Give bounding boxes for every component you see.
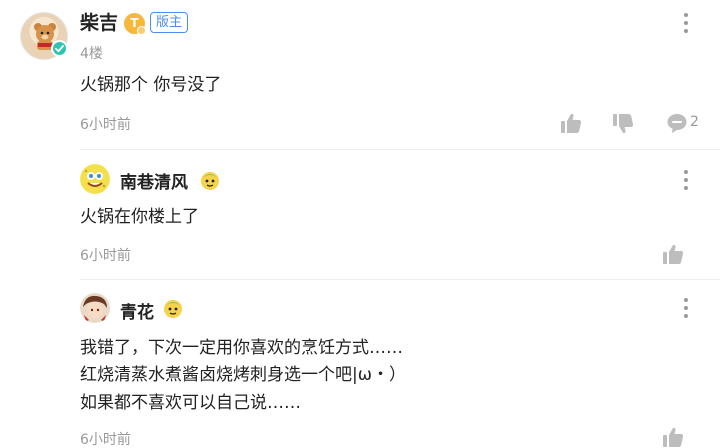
- reply-content-line: 如果都不喜欢可以自己说……: [80, 393, 301, 413]
- thumb-up-icon[interactable]: [560, 112, 582, 134]
- reply-author-name[interactable]: 青花: [120, 298, 154, 323]
- moderator-tag: 版主: [150, 12, 189, 33]
- level-sub-dot: [137, 26, 146, 35]
- author-name[interactable]: 柴吉: [80, 10, 118, 36]
- level-emoji-icon: [201, 172, 219, 190]
- reply-divider: [80, 149, 720, 150]
- thumb-up-icon[interactable]: [662, 426, 684, 448]
- more-options-button[interactable]: [680, 12, 692, 34]
- level-badge: T: [124, 13, 146, 35]
- reply-author-name[interactable]: 南巷清风: [120, 168, 188, 193]
- floor-number: 4楼: [80, 46, 103, 62]
- reply-time: 6小时前: [80, 432, 131, 448]
- reply-content-line: 我错了，下次一定用你喜欢的烹饪方式……: [80, 338, 403, 358]
- comment-count: 2: [690, 114, 699, 130]
- verified-check-icon: [51, 40, 68, 57]
- post-content: 火锅那个 你号没了: [80, 75, 222, 95]
- avatar[interactable]: [80, 293, 110, 323]
- level-emoji-icon: [164, 300, 182, 318]
- reply-divider: [80, 279, 720, 280]
- comment-bubble-icon[interactable]: [666, 112, 688, 134]
- thumb-down-icon[interactable]: [612, 113, 634, 135]
- reply-content: 火锅在你楼上了: [80, 207, 199, 227]
- reply-time: 6小时前: [80, 248, 131, 264]
- reply-content-line: 红烧清蒸水煮酱卤烧烤刺身选一个吧|ω・）: [80, 365, 406, 385]
- thumb-up-icon[interactable]: [662, 243, 684, 265]
- more-options-button[interactable]: [680, 169, 692, 191]
- avatar[interactable]: [80, 164, 110, 194]
- more-options-button[interactable]: [680, 297, 692, 319]
- post-time: 6小时前: [80, 117, 131, 133]
